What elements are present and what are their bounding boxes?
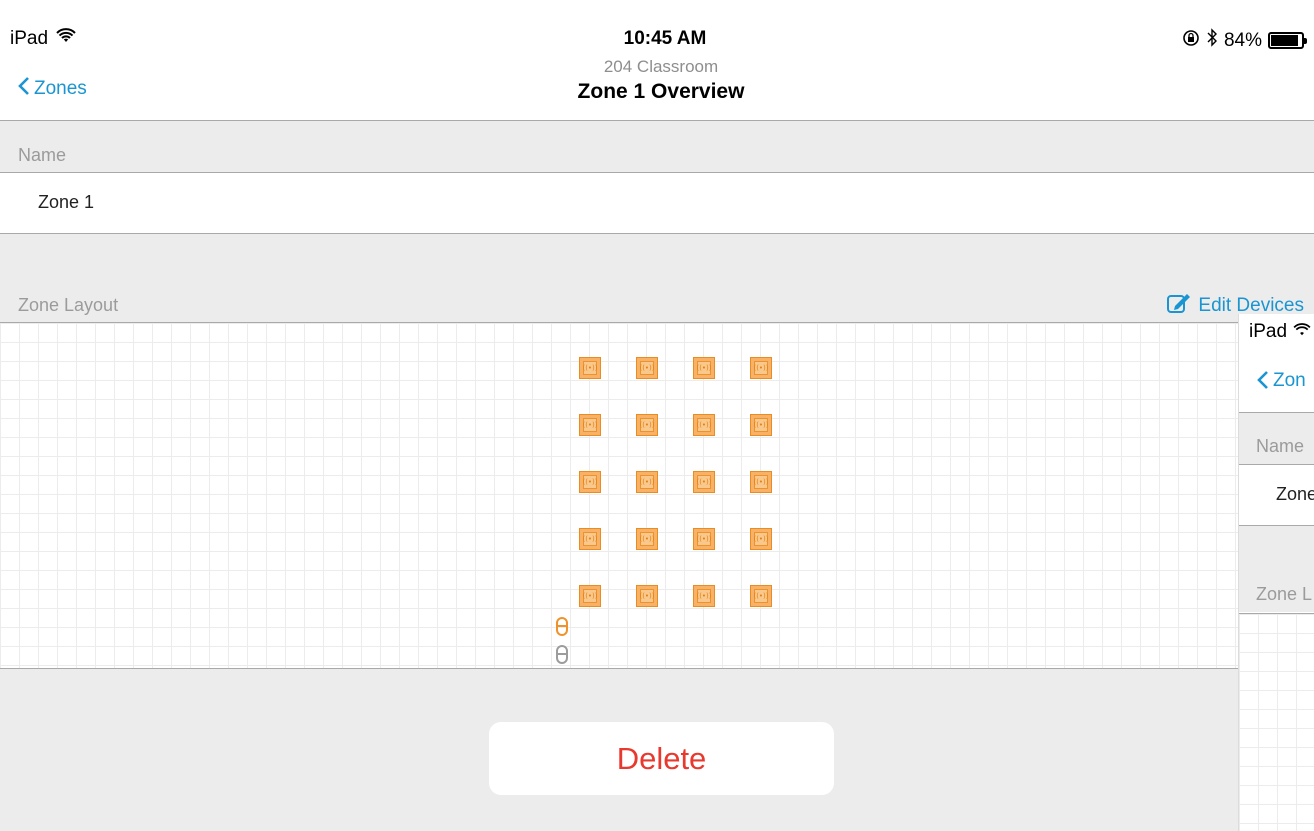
status-time: 10:45 AM: [623, 28, 707, 49]
sensor-icon[interactable]: [556, 645, 568, 664]
speaker-device-icon[interactable]: ((•)): [579, 528, 601, 550]
overlapping-panel: iPad Zon Name Zone Zone L: [1238, 314, 1314, 831]
name-section-header: Name: [18, 145, 67, 165]
name-field[interactable]: Zone 1: [0, 172, 1314, 234]
speaker-device-icon[interactable]: ((•)): [579, 585, 601, 607]
overlay-back-button[interactable]: Zon: [1257, 370, 1306, 396]
speaker-device-icon[interactable]: ((•)): [579, 471, 601, 493]
speaker-device-icon[interactable]: ((•)): [693, 357, 715, 379]
overlay-name-header: Name: [1256, 436, 1305, 456]
zone-layout-grid[interactable]: ((•)) ((•)) ((•)) ((•)) ((•)) ((•)) ((•)) ((•))…: [0, 322, 1238, 669]
battery-icon: [1268, 32, 1307, 49]
edit-icon: [1166, 292, 1192, 320]
speaker-device-icon[interactable]: ((•)): [693, 414, 715, 436]
speaker-device-icon[interactable]: ((•)): [636, 357, 658, 379]
bluetooth-icon: [1206, 28, 1218, 53]
overlay-zone-layout-header: Zone L: [1256, 584, 1313, 604]
speaker-device-icon[interactable]: ((•)): [636, 414, 658, 436]
speaker-device-icon[interactable]: ((•)): [636, 471, 658, 493]
navigation-bar: iPad 10:45 AM 84% Zones 204 Classroom Zo…: [0, 0, 1314, 121]
speaker-device-icon[interactable]: ((•)): [636, 528, 658, 550]
speaker-device-icon[interactable]: ((•)): [750, 414, 772, 436]
status-right: 84%: [1182, 28, 1307, 53]
speaker-device-icon[interactable]: ((•)): [579, 357, 601, 379]
delete-button[interactable]: Delete: [489, 722, 834, 795]
speaker-device-icon[interactable]: ((•)): [750, 585, 772, 607]
divider: [1239, 412, 1314, 413]
zone-layout-header: Zone Layout: [18, 295, 119, 315]
speaker-device-icon[interactable]: ((•)): [693, 585, 715, 607]
page-title: Zone 1 Overview: [577, 80, 745, 103]
overlay-back-label: Zon: [1273, 370, 1306, 391]
speaker-device-icon[interactable]: ((•)): [750, 471, 772, 493]
speaker-device-icon[interactable]: ((•)): [693, 471, 715, 493]
divider: [1239, 525, 1314, 526]
sensor-icon[interactable]: [556, 617, 568, 636]
speaker-device-icon[interactable]: ((•)): [750, 357, 772, 379]
speaker-device-icon[interactable]: ((•)): [750, 528, 772, 550]
divider: [1239, 464, 1314, 465]
speaker-device-icon[interactable]: ((•)): [636, 585, 658, 607]
overlay-name-value: Zone: [1276, 484, 1314, 504]
chevron-left-icon: [1257, 370, 1269, 396]
name-value: Zone 1: [38, 192, 95, 212]
battery-percent: 84%: [1223, 29, 1262, 51]
rotation-lock-icon: [1182, 29, 1200, 53]
speaker-device-icon[interactable]: ((•)): [693, 528, 715, 550]
speaker-device-icon[interactable]: ((•)): [579, 414, 601, 436]
overlay-device-label: iPad: [1249, 321, 1288, 342]
wifi-icon: [1293, 321, 1311, 343]
nav-subtitle: 204 Classroom: [603, 57, 719, 76]
overlay-status: iPad: [1249, 321, 1311, 343]
overlay-grid: [1239, 614, 1314, 831]
